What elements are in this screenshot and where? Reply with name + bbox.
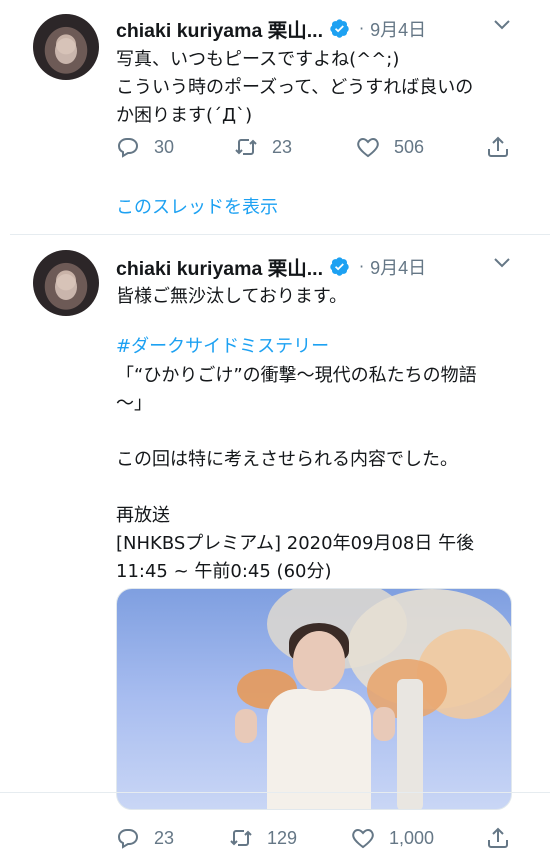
media-bottom-rule bbox=[0, 792, 550, 793]
tweet-text-body: 「“ひかりごけ”の衝撃〜現代の私たちの物語 〜」 この回は特に考えさせられる内容… bbox=[116, 365, 477, 582]
avatar[interactable] bbox=[33, 250, 99, 316]
tree-trunk bbox=[397, 679, 423, 809]
like-button[interactable]: 506 bbox=[356, 135, 424, 159]
author-name[interactable]: chiaki kuriyama 栗山... bbox=[116, 252, 323, 281]
chevron-down-icon[interactable] bbox=[494, 258, 510, 268]
peace-hand-right bbox=[373, 707, 395, 741]
peace-hand-left bbox=[235, 709, 257, 743]
share-button[interactable] bbox=[486, 826, 510, 850]
tweet-actions: 30 23 506 bbox=[116, 135, 516, 161]
header-separator: · bbox=[359, 257, 365, 276]
tweet-text-intro: 皆様ご無沙汰しております。 bbox=[116, 286, 348, 307]
tweet-header: chiaki kuriyama 栗山... · 9月4日 bbox=[116, 252, 426, 281]
tweet-photo[interactable] bbox=[116, 588, 512, 810]
like-button[interactable]: 1,000 bbox=[351, 826, 434, 850]
retweet-icon bbox=[230, 830, 252, 846]
tweet-divider bbox=[10, 234, 550, 235]
retweet-count: 23 bbox=[272, 136, 293, 157]
chevron-down-icon[interactable] bbox=[494, 20, 510, 30]
tweet-date[interactable]: 9月4日 bbox=[370, 16, 426, 42]
retweet-button[interactable]: 129 bbox=[229, 826, 297, 850]
header-separator: · bbox=[359, 19, 365, 38]
reply-count: 23 bbox=[154, 827, 175, 848]
share-icon bbox=[488, 827, 508, 848]
reply-button[interactable]: 23 bbox=[116, 826, 174, 850]
retweet-button[interactable]: 23 bbox=[234, 135, 292, 159]
author-name[interactable]: chiaki kuriyama 栗山... bbox=[116, 14, 323, 43]
tweet-date[interactable]: 9月4日 bbox=[370, 254, 426, 280]
heart-icon bbox=[357, 137, 379, 158]
verified-badge-icon bbox=[330, 19, 349, 38]
like-count: 506 bbox=[394, 136, 425, 157]
verified-badge-icon bbox=[330, 257, 349, 276]
like-count: 1,000 bbox=[389, 827, 435, 848]
reply-button[interactable]: 30 bbox=[116, 135, 174, 159]
tweet-text: 写真、いつもピースですよね(^^;) こういう時のポーズって、どうすれば良いの … bbox=[116, 49, 474, 126]
tweet-actions: 23 129 1,000 bbox=[116, 826, 516, 852]
reply-icon bbox=[117, 138, 139, 158]
tweet-1[interactable]: chiaki kuriyama 栗山... · 9月4日 写真、いつもピースです… bbox=[0, 0, 550, 232]
share-button[interactable] bbox=[486, 135, 510, 159]
tweet-header: chiaki kuriyama 栗山... · 9月4日 bbox=[116, 14, 426, 43]
heart-icon bbox=[352, 828, 374, 849]
show-thread-link[interactable]: このスレッドを表示 bbox=[116, 193, 278, 219]
retweet-count: 129 bbox=[267, 827, 298, 848]
person-face bbox=[293, 631, 345, 691]
reply-icon bbox=[117, 829, 139, 849]
share-icon bbox=[488, 136, 508, 157]
tweet-2[interactable]: chiaki kuriyama 栗山... · 9月4日 皆様ご無沙汰しておりま… bbox=[0, 236, 550, 859]
avatar[interactable] bbox=[33, 14, 99, 80]
hashtag-link[interactable]: #ダークサイドミステリー bbox=[116, 333, 329, 361]
retweet-icon bbox=[235, 139, 257, 155]
reply-count: 30 bbox=[154, 136, 175, 157]
